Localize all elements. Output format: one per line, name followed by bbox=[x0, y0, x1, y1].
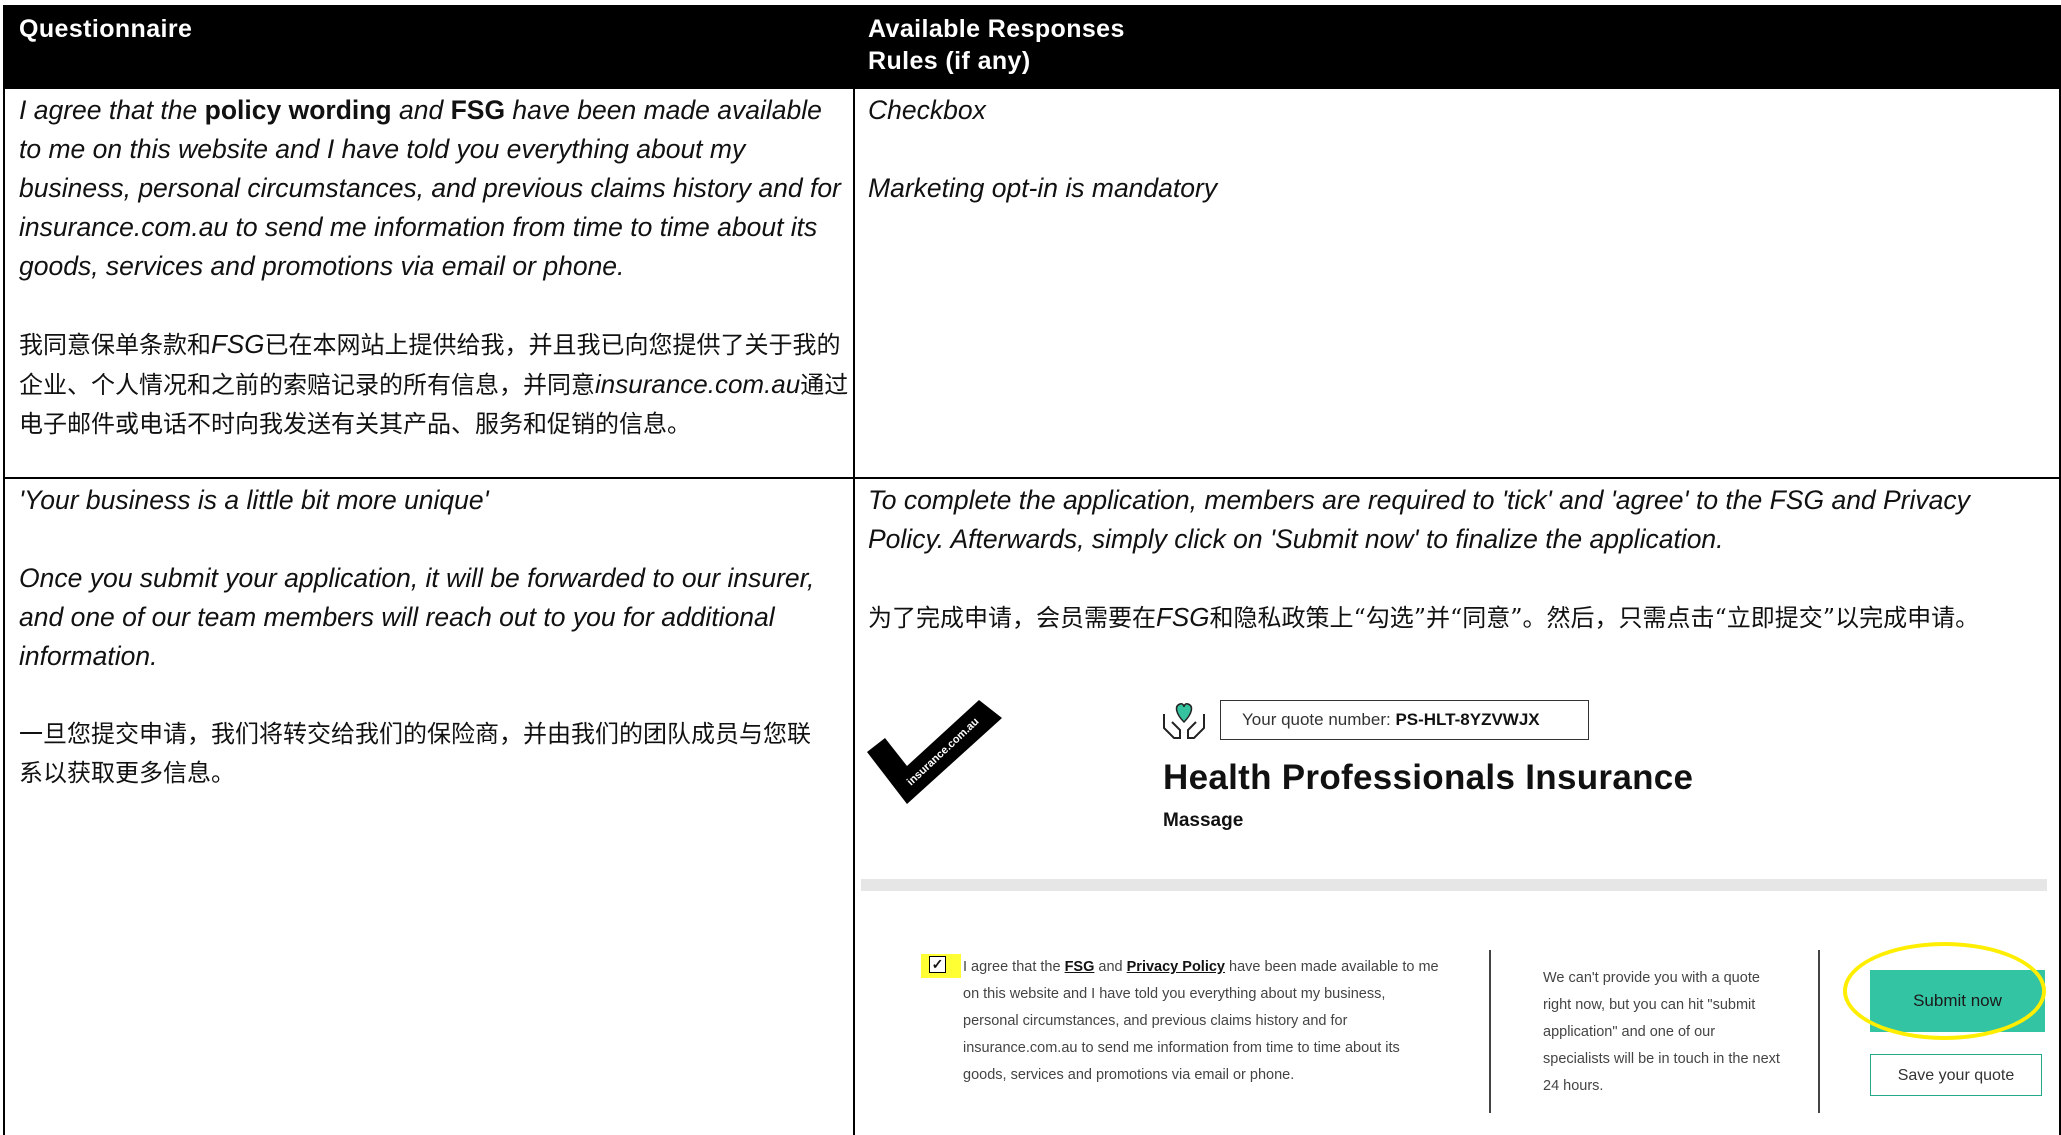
divider-1 bbox=[1489, 950, 1491, 1113]
product-subtitle: Massage bbox=[1163, 810, 1244, 831]
fsg-bold: FSG bbox=[450, 95, 506, 125]
hands-heart-icon bbox=[1163, 703, 1205, 739]
row2-question-title: 'Your business is a little bit more uniq… bbox=[19, 485, 489, 515]
response-checkbox: Checkbox bbox=[868, 95, 986, 125]
row2-question-chinese: 一旦您提交申请，我们将转交给我们的保险商，并由我们的团队成员与您联系以获取更多信… bbox=[19, 720, 811, 787]
section-divider bbox=[861, 879, 2047, 891]
row2-response-english: To complete the application, members are… bbox=[868, 485, 1970, 554]
quote-number: PS-HLT-8YZVWJX bbox=[1395, 710, 1540, 729]
row2-question-english: Once you submit your application, it wil… bbox=[19, 563, 815, 671]
divider-2 bbox=[1818, 950, 1820, 1113]
row2-response-cell: To complete the application, members are… bbox=[868, 481, 2053, 638]
logo-text: insurance.com.au bbox=[905, 716, 982, 789]
policy-wording-bold: policy wording bbox=[204, 95, 392, 125]
header-available-responses: Available Responses Rules (if any) bbox=[868, 15, 1125, 75]
agree-checkbox-highlight[interactable]: ✓ bbox=[921, 954, 961, 978]
quote-note: We can't provide you with a quote right … bbox=[1543, 970, 1780, 1094]
response-marketing-rule: Marketing opt-in is mandatory bbox=[868, 173, 1218, 203]
fsg-link[interactable]: FSG bbox=[1065, 959, 1095, 975]
insurance-logo-icon: insurance.com.au bbox=[867, 700, 1002, 804]
table-header: Questionnaire Available Responses Rules … bbox=[5, 5, 2059, 89]
row2-question-cell: 'Your business is a little bit more uniq… bbox=[19, 481, 829, 793]
quote-number-box: Your quote number: PS-HLT-8YZVWJX bbox=[1220, 700, 1589, 740]
agree-text: I agree that the FSG and Privacy Policy … bbox=[963, 959, 1439, 1083]
header-questionnaire: Questionnaire bbox=[19, 15, 193, 43]
agree-checkbox[interactable]: ✓ bbox=[929, 956, 946, 973]
row1-question-english: I agree that the policy wording and FSG … bbox=[19, 95, 841, 281]
row1-response-cell: Checkbox Marketing opt-in is mandatory bbox=[868, 91, 2048, 208]
row2-response-chinese: 为了完成申请，会员需要在FSG和隐私政策上“勾选”并“同意”。然后，只需点击“立… bbox=[868, 602, 1980, 632]
row-divider bbox=[5, 477, 2059, 479]
privacy-policy-link[interactable]: Privacy Policy bbox=[1127, 959, 1225, 975]
row1-question-cell: I agree that the policy wording and FSG … bbox=[19, 91, 849, 444]
embedded-screenshot: insurance.com.au Your quote number: PS-H… bbox=[855, 680, 2055, 1135]
row1-question-chinese: 我同意保单条款和FSG已在本网站上提供给我，并且我已向您提供了关于我的企业、个人… bbox=[19, 329, 849, 438]
save-quote-button[interactable]: Save your quote bbox=[1870, 1054, 2042, 1096]
product-title: Health Professionals Insurance bbox=[1163, 758, 1694, 797]
submit-highlight-ellipse bbox=[1843, 942, 2046, 1040]
